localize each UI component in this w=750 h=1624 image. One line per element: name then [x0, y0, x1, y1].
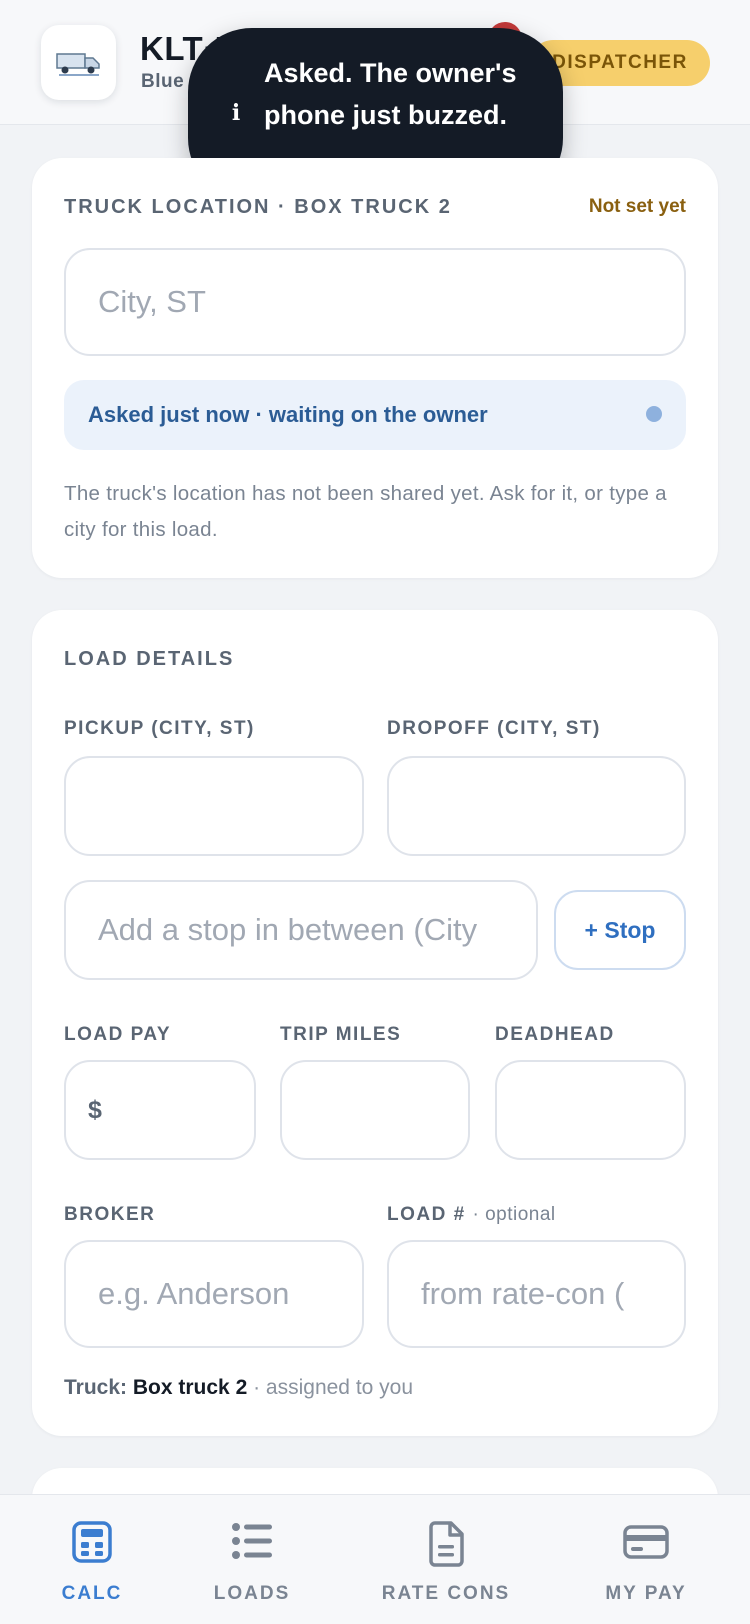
app-logo: [41, 25, 116, 100]
document-icon: [429, 1521, 464, 1567]
pickup-label: PICKUP (CITY, ST): [64, 718, 255, 739]
broker-label: BROKER: [64, 1204, 156, 1225]
pickup-input[interactable]: [64, 756, 364, 856]
load-number-label-text: LOAD #: [387, 1204, 466, 1225]
location-status: Not set yet: [588, 196, 686, 217]
app-subtitle: Blue: [141, 71, 185, 92]
truck-location-heading: TRUCK LOCATION · BOX TRUCK 2: [64, 196, 452, 218]
bottom-navigation: CALC LOADS RATE CONS MY PAY: [0, 1494, 750, 1624]
load-details-heading: LOAD DETAILS: [64, 648, 235, 670]
location-help-text: The truck's location has not been shared…: [64, 482, 667, 541]
truck-prefix: Truck:: [64, 1376, 128, 1399]
load-pay-label: LOAD PAY: [64, 1024, 172, 1045]
assigned-truck-line: Truck: Box truck 2 · assigned to you: [64, 1376, 413, 1400]
nav-calc-label: CALC: [61, 1583, 123, 1604]
add-stop-input[interactable]: Add a stop in between (City: [64, 880, 538, 980]
optional-note: · optional: [472, 1204, 556, 1225]
trip-miles-input[interactable]: [280, 1060, 470, 1160]
nav-my-pay-label: MY PAY: [605, 1583, 687, 1604]
truck-location-input[interactable]: City, ST: [64, 248, 686, 356]
list-icon: [232, 1523, 272, 1559]
deadhead-label: DEADHEAD: [495, 1024, 615, 1045]
nav-loads-label: LOADS: [213, 1583, 291, 1604]
calculator-icon: [72, 1521, 112, 1563]
load-pay-input[interactable]: $: [64, 1060, 256, 1160]
currency-symbol: $: [88, 1095, 102, 1124]
banner-text: Asked just now · waiting on the owner: [88, 402, 488, 427]
nav-rate-cons-label: RATE CONS: [381, 1583, 511, 1604]
truck-assignment-note: · assigned to you: [253, 1376, 414, 1399]
nav-rate-cons[interactable]: RATE CONS: [380, 1495, 512, 1624]
toast-message: Asked. The owner's phone just buzzed.: [264, 58, 517, 130]
load-number-label: LOAD # · optional: [387, 1204, 556, 1226]
waiting-indicator: [646, 406, 662, 422]
broker-input[interactable]: e.g. Anderson: [64, 1240, 364, 1348]
dropoff-input[interactable]: [387, 756, 686, 856]
truck-name: Box truck 2: [132, 1376, 248, 1399]
nav-loads[interactable]: LOADS: [206, 1495, 298, 1624]
load-details-card: LOAD DETAILS PICKUP (CITY, ST) DROPOFF (…: [32, 610, 718, 1436]
add-stop-button[interactable]: + Stop: [554, 890, 686, 970]
location-request-banner: Asked just now · waiting on the owner: [64, 380, 686, 450]
credit-card-icon: [623, 1525, 669, 1559]
deadhead-input[interactable]: [495, 1060, 686, 1160]
trip-miles-label: TRIP MILES: [280, 1024, 402, 1045]
truck-location-card: TRUCK LOCATION · BOX TRUCK 2 Not set yet…: [32, 158, 718, 578]
dropoff-label: DROPOFF (CITY, ST): [387, 718, 601, 739]
load-number-input[interactable]: from rate-con (: [387, 1240, 686, 1348]
nav-calc[interactable]: CALC: [44, 1495, 140, 1624]
nav-my-pay[interactable]: MY PAY: [600, 1495, 692, 1624]
info-icon: i: [231, 100, 241, 126]
truck-logo-icon: [55, 52, 100, 76]
